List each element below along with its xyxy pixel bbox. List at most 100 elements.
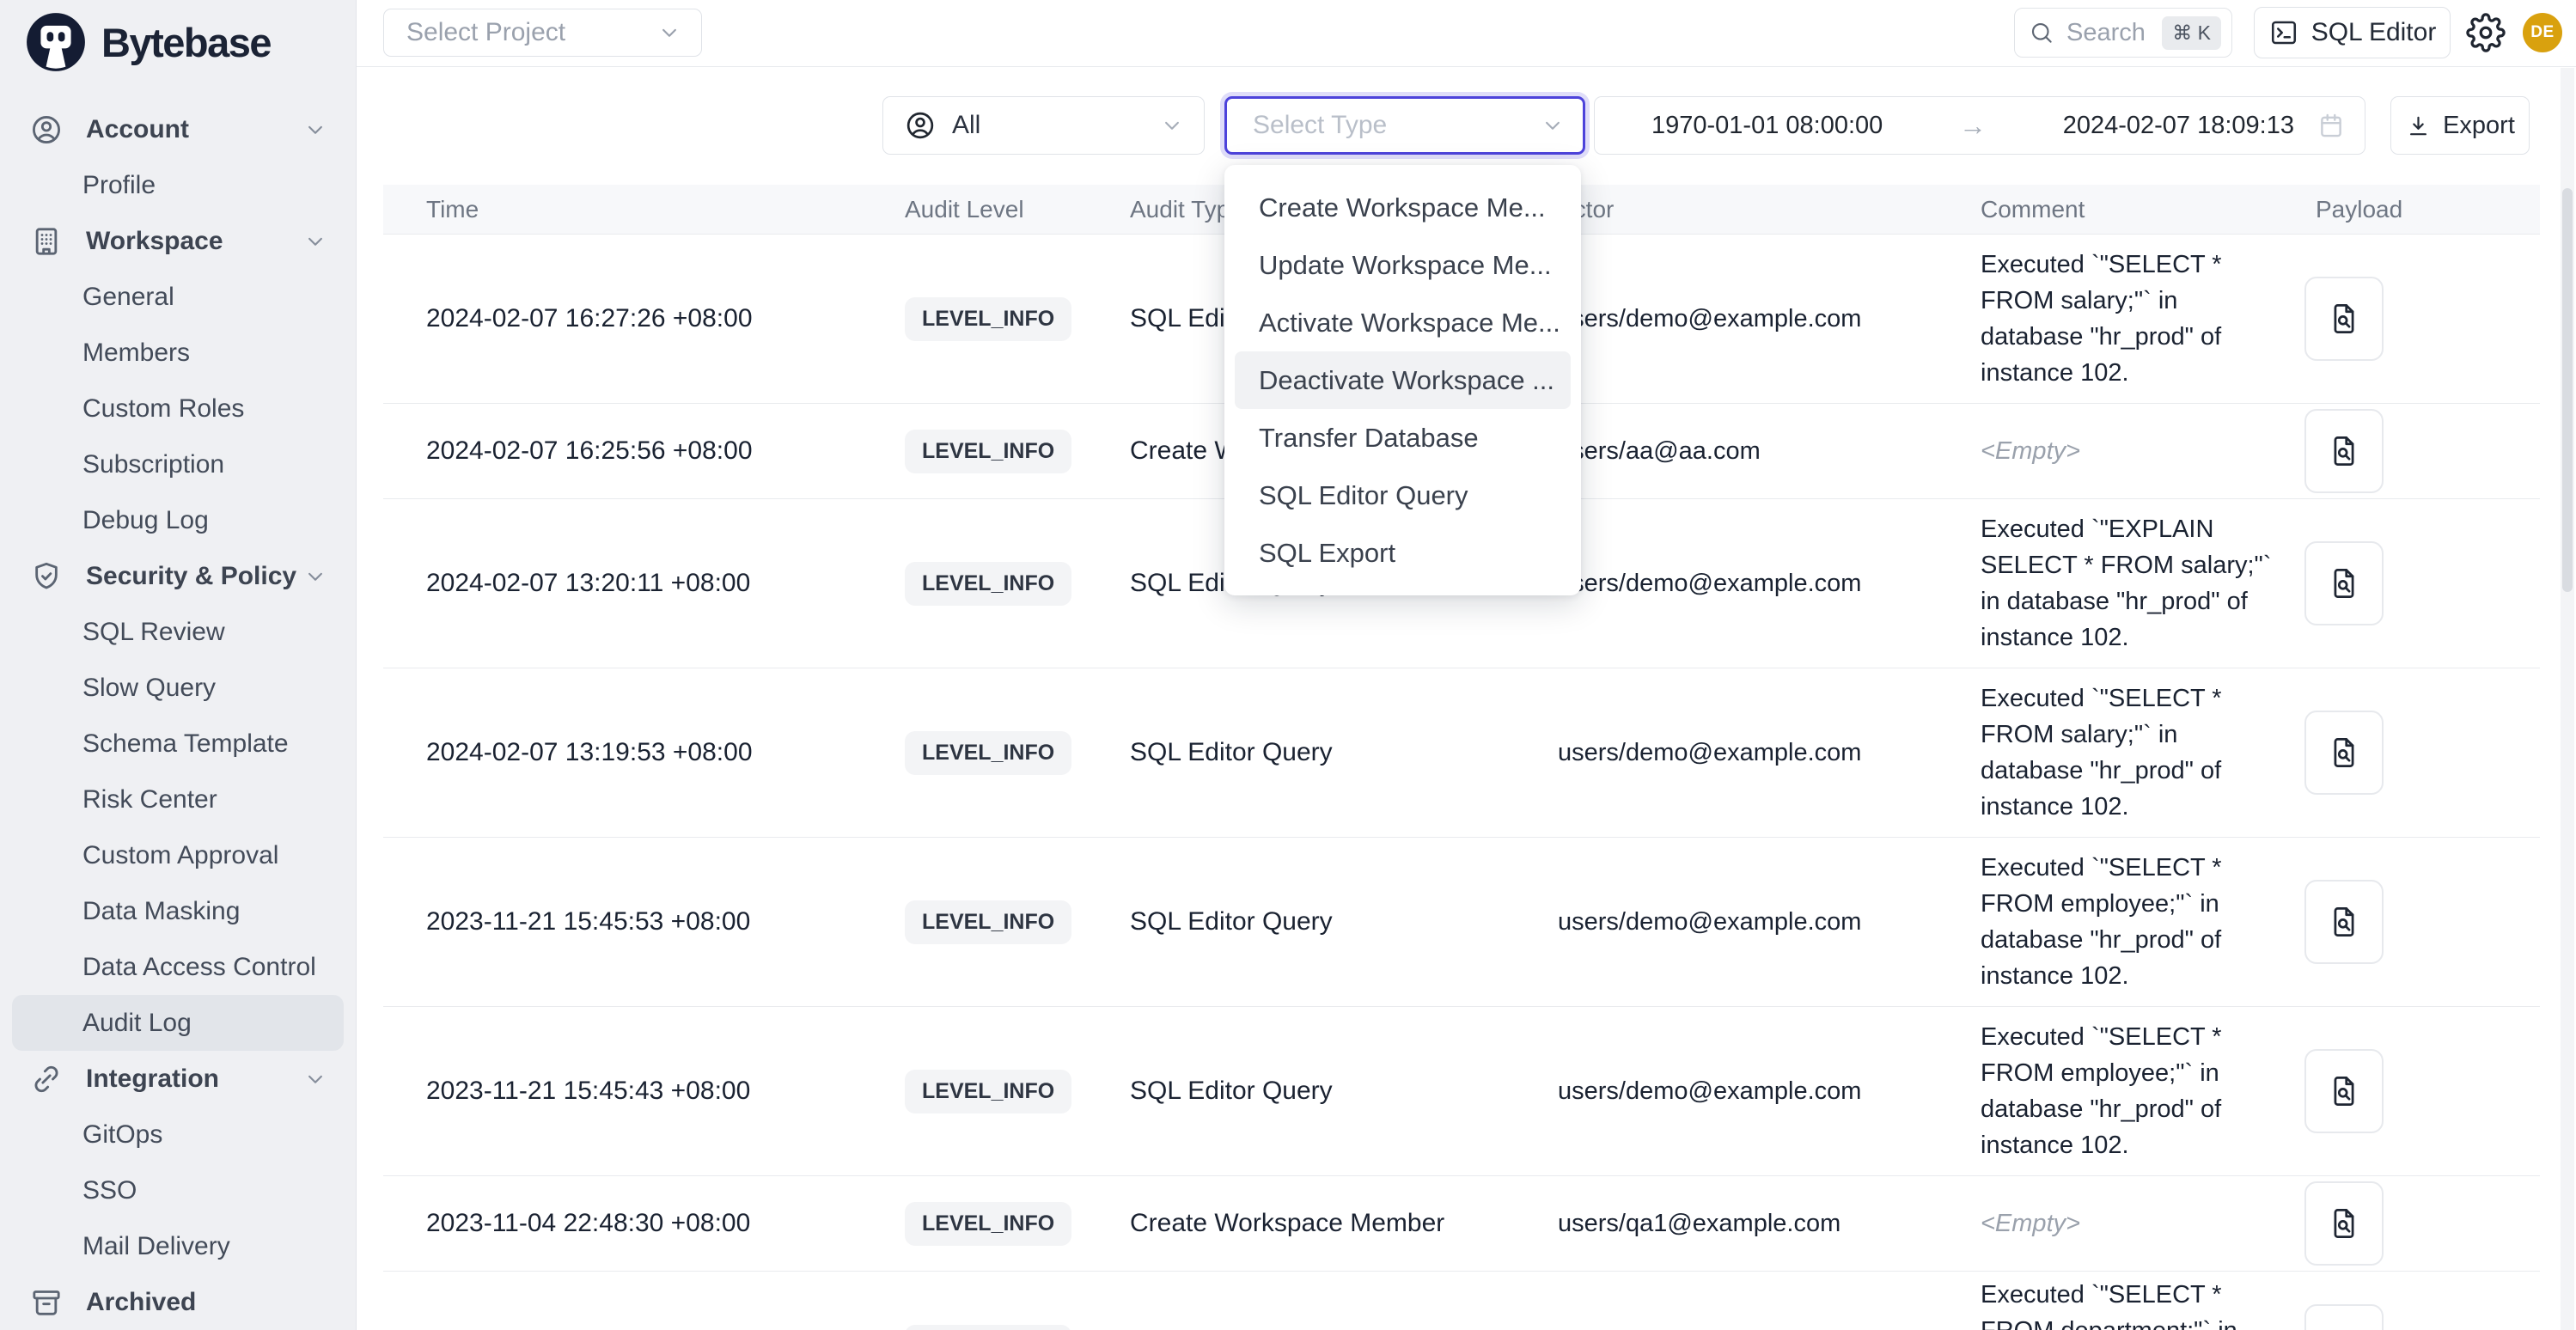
payload-view-button[interactable] xyxy=(2304,1304,2384,1330)
cell-time: 2024-02-07 16:25:56 +08:00 xyxy=(383,436,902,466)
user-avatar[interactable]: DE xyxy=(2523,13,2562,52)
cell-payload xyxy=(2282,409,2540,493)
menu-item-create-workspace-me[interactable]: Create Workspace Me... xyxy=(1235,179,1571,236)
menu-item-deactivate-workspace[interactable]: Deactivate Workspace ... xyxy=(1235,351,1571,409)
search-input[interactable]: Search ⌘ K xyxy=(2014,8,2232,58)
sidebar-item-custom-approval[interactable]: Custom Approval xyxy=(12,827,344,883)
cell-actor: users/demo@example.com xyxy=(1538,1077,1959,1106)
audit-level-badge: LEVEL_INFO xyxy=(905,1202,1071,1246)
cell-audit-level: LEVEL_INFO xyxy=(902,297,1078,341)
cell-payload xyxy=(2282,277,2540,361)
column-header-comment: Comment xyxy=(1959,196,2282,223)
type-filter-placeholder: Select Type xyxy=(1253,111,1387,140)
sidebar-item-subscription[interactable]: Subscription xyxy=(12,436,344,492)
comment-value: Executed `"SELECT * FROM department;"` i… xyxy=(1981,1281,2237,1330)
sidebar-item-custom-roles[interactable]: Custom Roles xyxy=(12,381,344,436)
cell-audit-type: SQL Editor Query xyxy=(1078,738,1538,767)
sidebar-item-integration[interactable]: Integration xyxy=(12,1051,344,1107)
sidebar-item-security-policy[interactable]: Security & Policy xyxy=(12,548,344,604)
sql-editor-button[interactable]: SQL Editor xyxy=(2254,7,2451,58)
sidebar-item-account[interactable]: Account xyxy=(12,101,344,157)
cell-time: 2024-02-07 16:27:26 +08:00 xyxy=(383,304,902,333)
sidebar-item-sso[interactable]: SSO xyxy=(12,1162,344,1218)
cell-payload xyxy=(2282,541,2540,625)
audit-level-badge: LEVEL_INFO xyxy=(905,1070,1071,1113)
sidebar-item-members[interactable]: Members xyxy=(12,325,344,381)
type-filter-select[interactable]: Select Type xyxy=(1224,96,1585,155)
payload-view-button[interactable] xyxy=(2304,409,2384,493)
sidebar-item-label: Account xyxy=(86,115,189,144)
cell-audit-level: LEVEL_INFO xyxy=(902,430,1078,473)
cell-comment: Executed `"SELECT * FROM salary;"` in da… xyxy=(1959,247,2282,391)
sidebar-item-sql-review[interactable]: SQL Review xyxy=(12,604,344,660)
menu-item-update-workspace-me[interactable]: Update Workspace Me... xyxy=(1235,236,1571,294)
file-search-icon xyxy=(2325,903,2363,941)
time-value: 2024-02-07 13:20:11 +08:00 xyxy=(426,569,750,597)
sidebar-item-workspace[interactable]: Workspace xyxy=(12,213,344,269)
sidebar-item-label: SQL Review xyxy=(82,618,225,647)
comment-empty-value: <Empty> xyxy=(1981,437,2080,465)
sidebar-item-label: Subscription xyxy=(82,450,224,479)
cell-payload xyxy=(2282,1181,2540,1266)
sidebar: Bytebase AccountProfileWorkspaceGeneralM… xyxy=(0,0,357,1330)
payload-view-button[interactable] xyxy=(2304,711,2384,795)
export-button[interactable]: Export xyxy=(2390,96,2530,155)
cell-time: 2024-02-07 13:20:11 +08:00 xyxy=(383,569,902,598)
settings-gear-icon[interactable] xyxy=(2466,13,2506,52)
project-select[interactable]: Select Project xyxy=(383,9,702,57)
cell-audit-level: LEVEL_INFO xyxy=(902,562,1078,606)
sidebar-item-data-masking[interactable]: Data Masking xyxy=(12,883,344,939)
link-icon xyxy=(29,1062,64,1096)
cell-comment: <Empty> xyxy=(1959,437,2282,466)
sidebar-item-schema-template[interactable]: Schema Template xyxy=(12,716,344,772)
payload-view-button[interactable] xyxy=(2304,1049,2384,1133)
actor-filter-select[interactable]: All xyxy=(882,96,1205,155)
sidebar-item-archived[interactable]: Archived xyxy=(12,1274,344,1330)
sidebar-item-risk-center[interactable]: Risk Center xyxy=(12,772,344,827)
sidebar-item-mail-delivery[interactable]: Mail Delivery xyxy=(12,1218,344,1274)
user-circle-icon xyxy=(904,109,937,142)
sidebar-item-general[interactable]: General xyxy=(12,269,344,325)
chevron-down-icon xyxy=(302,117,328,143)
payload-view-button[interactable] xyxy=(2304,277,2384,361)
brand-logo[interactable]: Bytebase xyxy=(0,0,356,72)
audit-level-badge: LEVEL_INFO xyxy=(905,562,1071,606)
date-range-end[interactable]: 2024-02-07 18:09:13 xyxy=(2063,112,2294,140)
sidebar-item-debug-log[interactable]: Debug Log xyxy=(12,492,344,548)
actor-filter-value: All xyxy=(952,111,980,140)
payload-view-button[interactable] xyxy=(2304,541,2384,625)
actor-value: users/qa1@example.com xyxy=(1558,1210,1840,1237)
menu-item-sql-editor-query[interactable]: SQL Editor Query xyxy=(1235,467,1571,524)
sql-editor-label: SQL Editor xyxy=(2311,18,2437,47)
sidebar-item-label: Security & Policy xyxy=(86,562,296,591)
sidebar-item-audit-log[interactable]: Audit Log xyxy=(12,995,344,1051)
cell-actor: users/qa1@example.com xyxy=(1538,1210,1959,1238)
project-select-label: Select Project xyxy=(406,18,565,47)
menu-item-sql-export[interactable]: SQL Export xyxy=(1235,524,1571,582)
audit-level-badge: LEVEL_INFO xyxy=(905,731,1071,775)
sidebar-item-label: Archived xyxy=(86,1288,196,1317)
payload-view-button[interactable] xyxy=(2304,1181,2384,1266)
menu-item-activate-workspace-me[interactable]: Activate Workspace Me... xyxy=(1235,294,1571,351)
scrollbar-thumb[interactable] xyxy=(2562,188,2573,592)
time-value: 2024-02-07 13:19:53 +08:00 xyxy=(426,738,753,766)
menu-item-transfer-database[interactable]: Transfer Database xyxy=(1235,409,1571,467)
app-root: Bytebase AccountProfileWorkspaceGeneralM… xyxy=(0,0,2576,1330)
file-search-icon xyxy=(2325,734,2363,772)
time-value: 2024-02-07 16:25:56 +08:00 xyxy=(426,436,753,465)
download-icon xyxy=(2405,113,2432,139)
file-search-icon xyxy=(2325,564,2363,602)
sidebar-item-slow-query[interactable]: Slow Query xyxy=(12,660,344,716)
audit-type-value: SQL Editor Query xyxy=(1130,1077,1333,1105)
sidebar-item-gitops[interactable]: GitOps xyxy=(12,1107,344,1162)
sidebar-item-data-access-control[interactable]: Data Access Control xyxy=(12,939,344,995)
date-range-start[interactable]: 1970-01-01 08:00:00 xyxy=(1651,112,1883,140)
sidebar-item-label: Debug Log xyxy=(82,506,209,535)
payload-view-button[interactable] xyxy=(2304,880,2384,964)
sidebar-item-profile[interactable]: Profile xyxy=(12,157,344,213)
date-range-picker[interactable]: 1970-01-01 08:00:00 → 2024-02-07 18:09:1… xyxy=(1594,96,2365,155)
cell-time: 2024-02-07 13:19:53 +08:00 xyxy=(383,738,902,767)
sidebar-item-label: Risk Center xyxy=(82,785,217,814)
column-header-payload: Payload xyxy=(2282,196,2540,223)
archive-icon xyxy=(29,1285,64,1320)
